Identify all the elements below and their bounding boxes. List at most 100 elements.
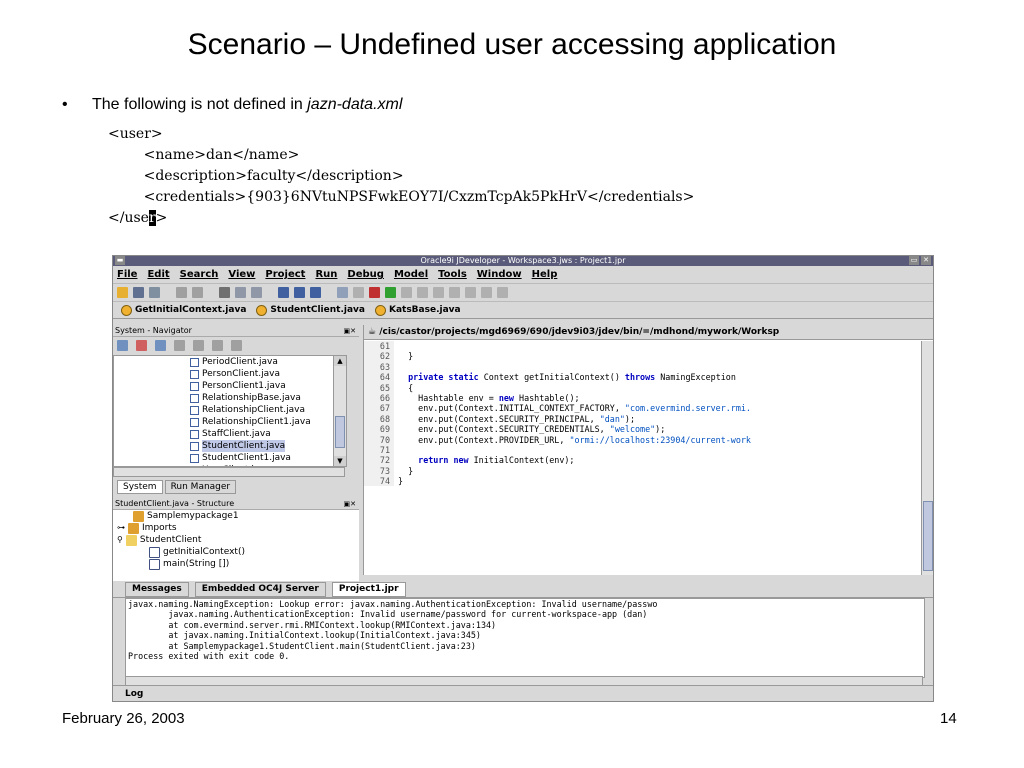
code-line: 72 return new InitialContext(env); (364, 455, 918, 466)
console-line: Process exited with exit code 0. (128, 650, 290, 661)
structure-item[interactable]: ⊶ Imports (113, 522, 359, 534)
step-over-icon[interactable] (401, 287, 412, 298)
menu-window[interactable]: Window (477, 269, 522, 280)
navigator-item-label: RelationshipBase.java (202, 393, 301, 403)
navigator-item[interactable]: PeriodClient.java (114, 356, 346, 368)
tab-label: StudentClient.java (270, 305, 365, 315)
save-icon[interactable] (133, 287, 144, 298)
sort-icon[interactable] (212, 339, 223, 351)
run-icon[interactable] (385, 287, 396, 298)
window-menu-icon[interactable]: ▬ (115, 256, 125, 265)
filter-icon[interactable] (193, 339, 204, 351)
scroll-down-icon[interactable]: ▼ (334, 456, 346, 466)
add-icon[interactable] (155, 339, 166, 351)
line-number: 73 (364, 465, 394, 477)
code-token: } (398, 351, 414, 362)
delete-icon[interactable] (136, 339, 147, 351)
console-line: at Samplemypackage1.StudentClient.main(S… (128, 640, 476, 651)
new-icon[interactable] (117, 339, 128, 351)
code-line: 68 env.put(Context.SECURITY_PRINCIPAL, "… (364, 413, 918, 425)
code-token: env.put(Context.PROVIDER_URL, (398, 434, 570, 445)
debug-bug-icon[interactable] (369, 287, 380, 298)
garbage-icon[interactable] (497, 287, 508, 298)
collapse-icon[interactable]: ⚲ (117, 534, 123, 546)
tab-katsbase[interactable]: KatsBase.java (374, 304, 461, 316)
navigator-item-label: StaffClient.java (202, 429, 271, 439)
code-area[interactable]: 61 62 } 63 64 private static Context getIni… (364, 341, 918, 575)
structure-item[interactable]: main(String []) (113, 558, 359, 570)
navigator-vscroll[interactable]: ▲ ▼ (333, 356, 346, 466)
structure-item[interactable]: Samplemypackage1 (113, 510, 359, 522)
menu-search[interactable]: Search (180, 269, 219, 280)
tab-run-manager[interactable]: Run Manager (164, 480, 237, 494)
structure-item[interactable]: getInitialContext() (113, 546, 359, 558)
pin-close-icon[interactable]: ▣✕ (344, 499, 356, 510)
tab-embedded-oc4j[interactable]: Embedded OC4J Server (194, 581, 326, 597)
navigator-item[interactable]: StudentClient.java (114, 440, 346, 452)
tab-messages[interactable]: Messages (125, 581, 189, 597)
navigator-hscroll[interactable] (113, 467, 345, 477)
tab-project1[interactable]: Project1.jpr (331, 581, 406, 597)
build-icon[interactable] (310, 287, 321, 298)
pause-icon[interactable] (465, 287, 476, 298)
window-icon[interactable] (353, 287, 364, 298)
java-file-icon (190, 393, 199, 403)
menu-debug[interactable]: Debug (347, 269, 384, 280)
xml-line: <name>dan</name> (108, 147, 300, 163)
view-options-icon[interactable] (231, 339, 242, 351)
project-icon[interactable] (337, 287, 348, 298)
code-text: env.put(Context.SECURITY_PRINCIPAL, "dan… (394, 414, 635, 424)
undo-icon[interactable] (176, 287, 187, 298)
structure-label: main(String []) (163, 559, 230, 569)
navigator-item[interactable]: RelationshipClient.java (114, 404, 346, 416)
redo-icon[interactable] (192, 287, 203, 298)
stop-icon[interactable] (481, 287, 492, 298)
scroll-up-icon[interactable]: ▲ (334, 356, 346, 366)
pin-close-icon[interactable]: ▣✕ (344, 326, 356, 337)
paste-icon[interactable] (251, 287, 262, 298)
open-folder-icon[interactable] (117, 287, 128, 298)
menu-file[interactable]: File (117, 269, 137, 280)
menu-edit[interactable]: Edit (147, 269, 169, 280)
console-line: javax.naming.NamingException: Lookup err… (128, 599, 658, 609)
menu-help[interactable]: Help (532, 269, 558, 280)
console-output[interactable]: javax.naming.NamingException: Lookup err… (125, 598, 925, 678)
log-label[interactable]: Log (113, 685, 933, 701)
expand-icon[interactable]: ⊶ (117, 522, 125, 534)
java-file-icon: ☕ (368, 327, 380, 337)
method-icon (149, 546, 160, 558)
scroll-thumb[interactable] (335, 416, 345, 448)
menu-run[interactable]: Run (315, 269, 337, 280)
step-out-icon[interactable] (433, 287, 444, 298)
menu-project[interactable]: Project (265, 269, 305, 280)
scroll-thumb[interactable] (923, 501, 933, 571)
tab-studentclient[interactable]: StudentClient.java (256, 304, 365, 316)
navigator-item[interactable]: StaffClient.java (114, 428, 346, 440)
refresh-icon[interactable] (174, 339, 185, 351)
navigator-item[interactable]: PersonClient.java (114, 368, 346, 380)
minimize-icon[interactable]: ▭ (909, 256, 919, 265)
code-token: "dan" (599, 413, 625, 424)
menu-model[interactable]: Model (394, 269, 428, 280)
save-all-icon[interactable] (149, 287, 160, 298)
tab-system[interactable]: System (117, 480, 163, 494)
navigator-item[interactable]: RelationshipClient1.java (114, 416, 346, 428)
rebuild-icon[interactable] (294, 287, 305, 298)
code-editor[interactable]: ☕ /cis/castor/projects/mgd6969/690/jdev9… (363, 325, 933, 575)
resume-icon[interactable] (449, 287, 460, 298)
navigator-item[interactable]: PersonClient1.java (114, 380, 346, 392)
copy-icon[interactable] (235, 287, 246, 298)
navigator-item[interactable]: RelationshipBase.java (114, 392, 346, 404)
step-into-icon[interactable] (417, 287, 428, 298)
cut-icon[interactable] (219, 287, 230, 298)
menu-tools[interactable]: Tools (438, 269, 467, 280)
code-text: env.put(Context.PROVIDER_URL, "ormi://lo… (394, 435, 751, 445)
editor-vscroll[interactable] (921, 341, 933, 575)
make-icon[interactable] (278, 287, 289, 298)
tab-getinitialcontext[interactable]: GetInitialContext.java (121, 304, 246, 316)
structure-item[interactable]: ⚲ StudentClient (113, 534, 359, 546)
navigator-item[interactable]: StudentClient1.java (114, 452, 346, 464)
close-icon[interactable]: ✕ (921, 256, 931, 265)
menu-view[interactable]: View (228, 269, 255, 280)
